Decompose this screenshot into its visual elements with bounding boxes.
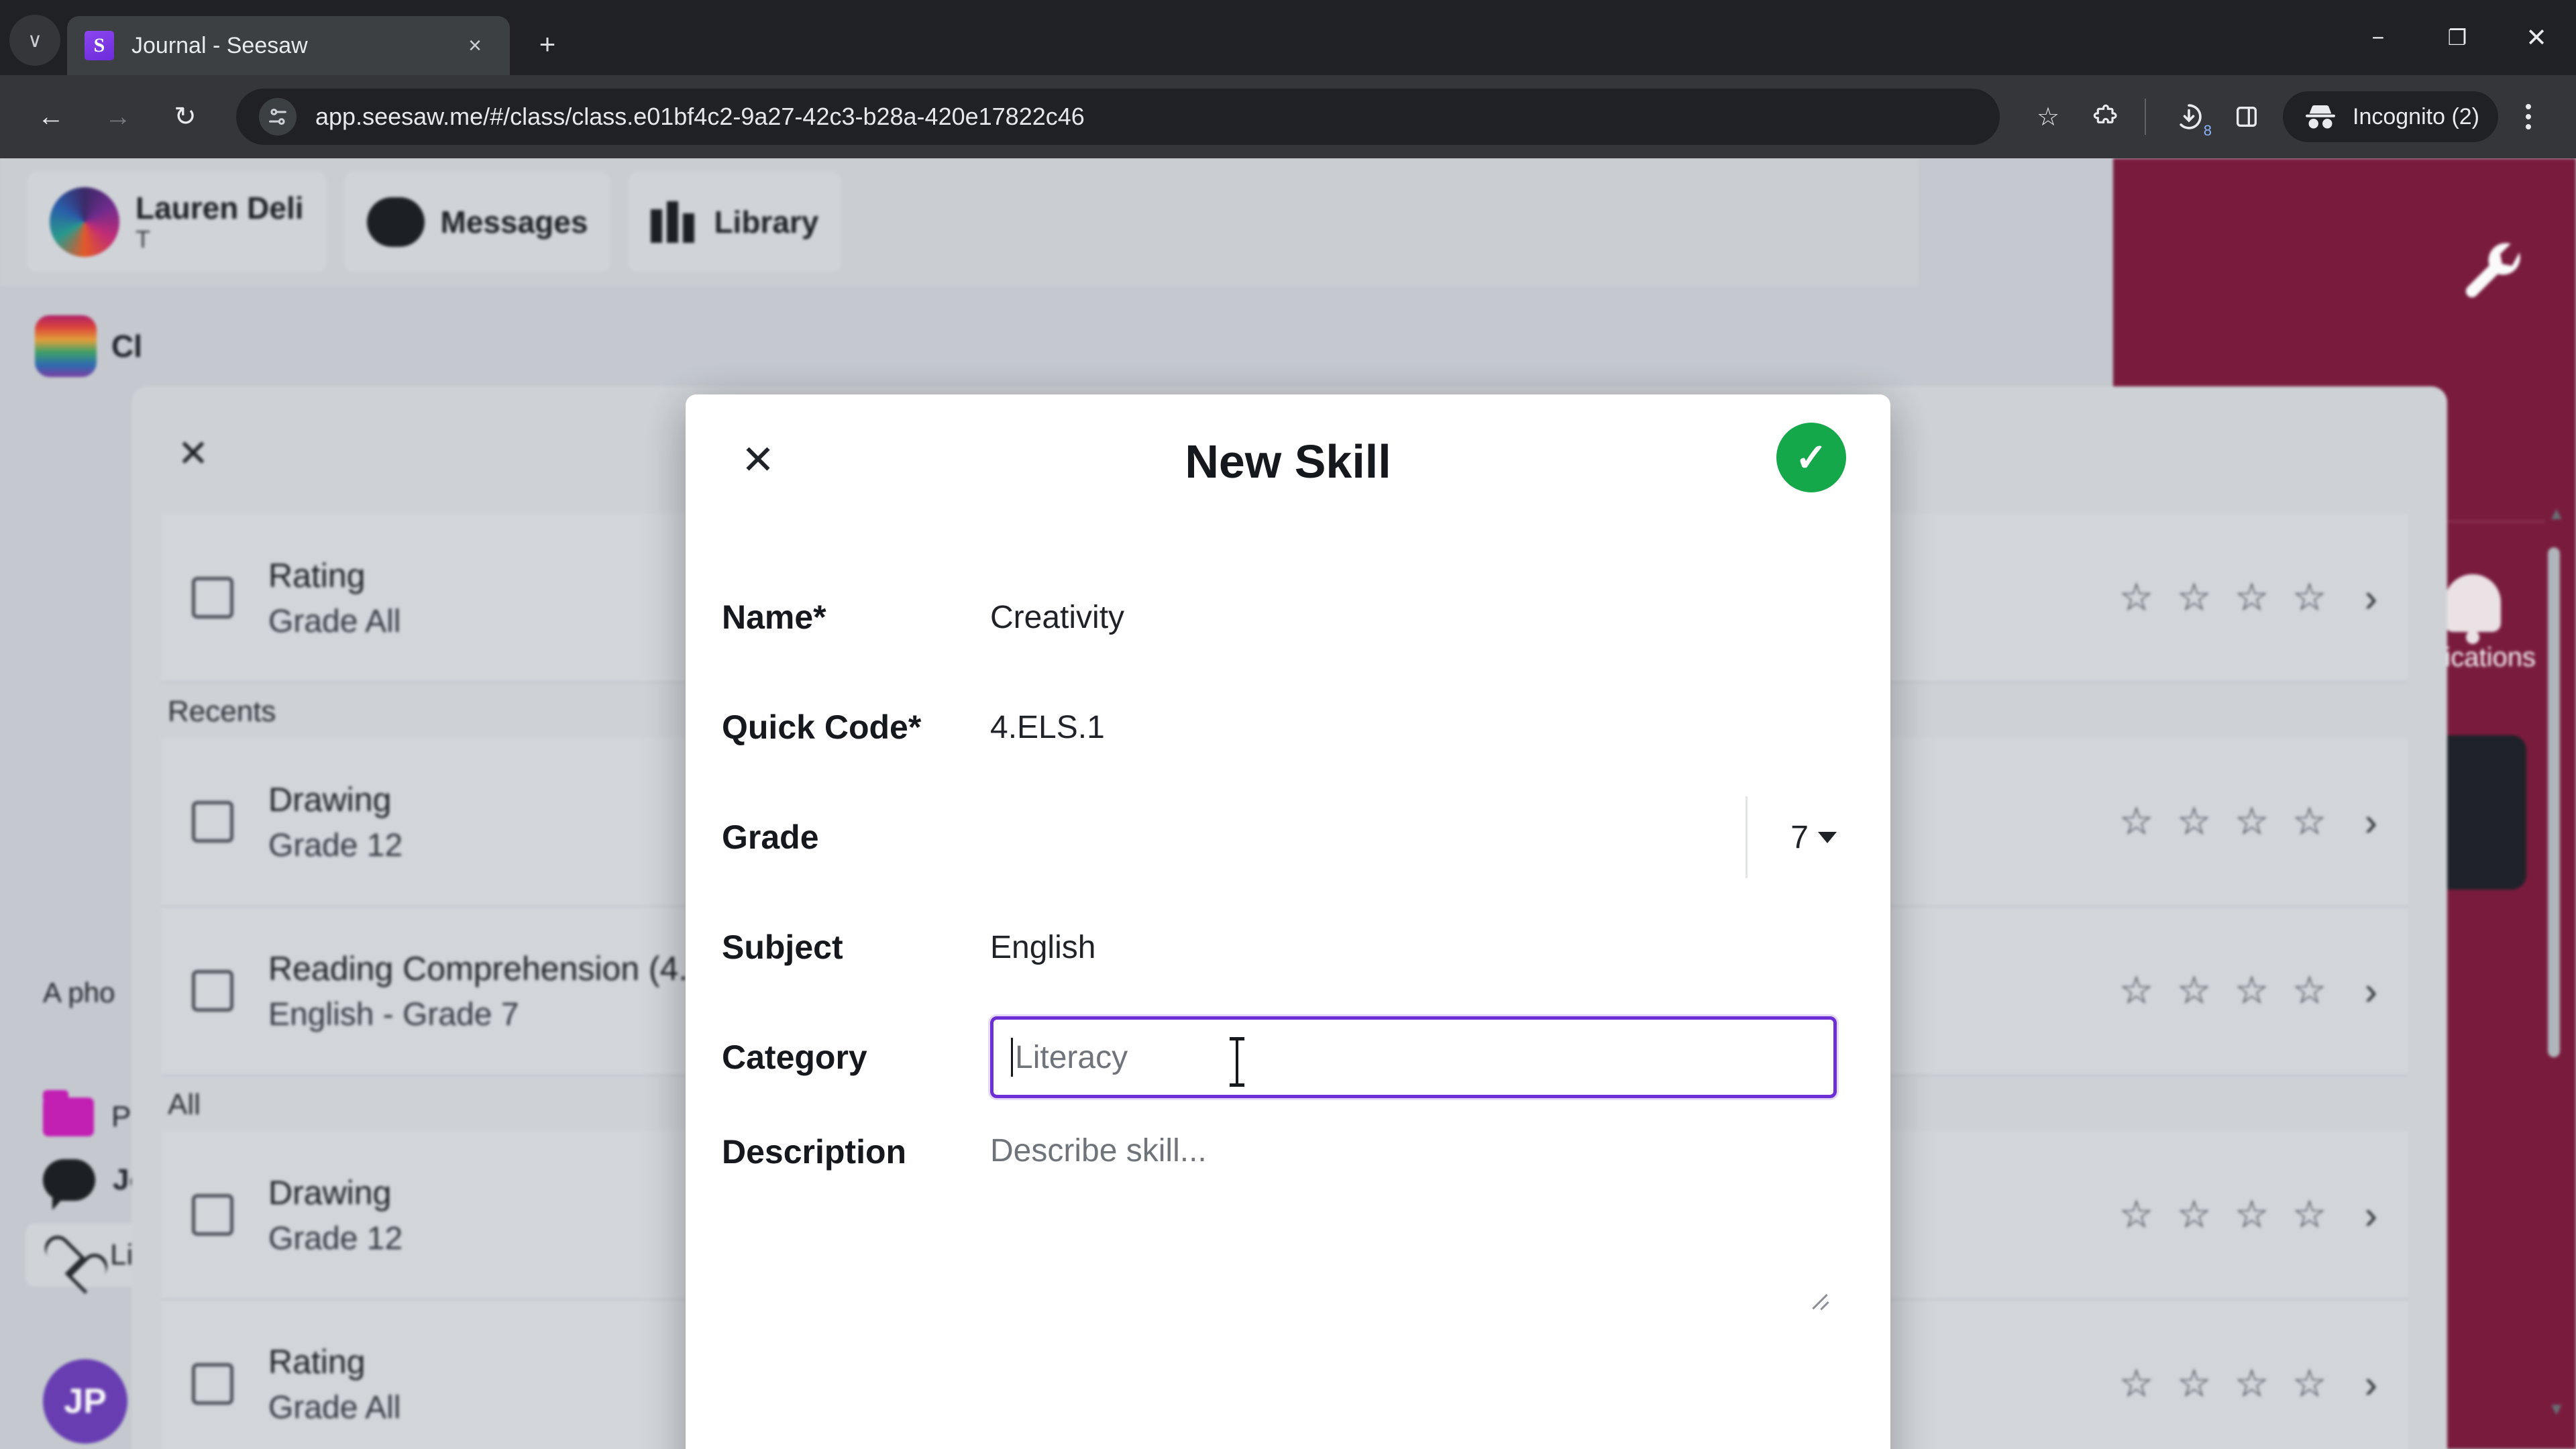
url-text: app.seesaw.me/#/class/class.e01bf4c2-9a2… <box>315 103 1085 130</box>
field-row-grade: Grade 7 <box>722 782 1837 892</box>
incognito-icon <box>2306 105 2335 129</box>
modal-header: ✕ New Skill ✓ <box>686 394 1890 529</box>
chevron-down-icon <box>1818 831 1837 843</box>
description-label: Description <box>722 1133 907 1171</box>
tab-search-button[interactable]: ∨ <box>9 15 60 66</box>
reload-button[interactable]: ↻ <box>157 89 213 145</box>
toolbar-divider <box>2145 99 2146 135</box>
field-row-category: Category Literacy <box>722 1002 1837 1112</box>
tab-title: Journal - Seesaw <box>131 32 308 58</box>
maximize-button[interactable]: ❐ <box>2418 0 2497 75</box>
quick-code-input[interactable]: 4.ELS.1 <box>990 709 1105 746</box>
close-icon[interactable]: × <box>458 28 492 63</box>
window-controls: − ❐ ✕ <box>2339 0 2576 75</box>
downloads-badge: 8 <box>2203 122 2212 139</box>
seesaw-app: otifications Lauren Deli T Messages Libr… <box>0 158 2576 1449</box>
category-input[interactable]: Literacy <box>990 1016 1837 1098</box>
close-modal-button[interactable]: ✕ <box>727 429 789 491</box>
side-panel-icon[interactable] <box>2220 90 2273 144</box>
category-placeholder: Literacy <box>1015 1039 1128 1075</box>
browser-tab[interactable]: S Journal - Seesaw × <box>67 16 510 75</box>
browser-toolbar: ← → ↻ app.seesaw.me/#/class/class.e01bf4… <box>0 75 2576 158</box>
mouse-text-cursor <box>1230 1037 1244 1087</box>
browser-window: ∨ S Journal - Seesaw × + − ❐ ✕ ← → ↻ app… <box>0 0 2576 1449</box>
bookmark-star-icon[interactable]: ☆ <box>2021 90 2075 144</box>
resize-handle-icon[interactable] <box>1807 1285 1830 1308</box>
incognito-indicator[interactable]: Incognito (2) <box>2283 91 2498 142</box>
grade-select[interactable]: 7 <box>1746 796 1837 878</box>
subject-label: Subject <box>722 928 843 966</box>
field-row-name: Name* Creativity <box>722 562 1837 672</box>
extensions-puzzle-icon[interactable] <box>2079 90 2133 144</box>
close-window-button[interactable]: ✕ <box>2497 0 2576 75</box>
subject-input[interactable]: English <box>990 929 1095 966</box>
grade-value: 7 <box>1790 819 1809 855</box>
new-tab-button[interactable]: + <box>526 23 569 66</box>
modal-title: New Skill <box>1185 435 1391 488</box>
text-caret <box>1011 1038 1013 1077</box>
new-skill-form: Name* Creativity Quick Code* 4.ELS.1 Gra… <box>686 529 1890 1449</box>
confirm-button[interactable]: ✓ <box>1776 423 1846 492</box>
address-bar[interactable]: app.seesaw.me/#/class/class.e01bf4c2-9a2… <box>236 89 2000 145</box>
back-button[interactable]: ← <box>23 89 79 145</box>
site-settings-icon[interactable] <box>259 98 297 136</box>
name-label: Name* <box>722 598 826 636</box>
grade-label: Grade <box>722 818 819 856</box>
name-input[interactable]: Creativity <box>990 599 1124 636</box>
category-label: Category <box>722 1038 867 1076</box>
tab-strip: ∨ S Journal - Seesaw × + − ❐ ✕ <box>0 0 2576 75</box>
field-row-subject: Subject English <box>722 892 1837 1002</box>
forward-button[interactable]: → <box>90 89 146 145</box>
kebab-menu-icon[interactable] <box>2504 90 2553 144</box>
minimize-button[interactable]: − <box>2339 0 2418 75</box>
description-textarea[interactable]: Describe skill... <box>990 1132 1207 1169</box>
favicon-letter: S <box>93 34 105 56</box>
field-row-description: Description Describe skill... <box>722 1112 1837 1313</box>
chevron-down-icon: ∨ <box>28 29 42 52</box>
field-row-quick-code: Quick Code* 4.ELS.1 <box>722 672 1837 782</box>
incognito-label: Incognito (2) <box>2353 103 2479 129</box>
seesaw-favicon: S <box>85 31 114 60</box>
new-skill-modal: ✕ New Skill ✓ Name* Creativity Quick Cod… <box>686 394 1890 1449</box>
quick-code-label: Quick Code* <box>722 708 922 746</box>
downloads-icon[interactable]: 8 <box>2162 90 2216 144</box>
